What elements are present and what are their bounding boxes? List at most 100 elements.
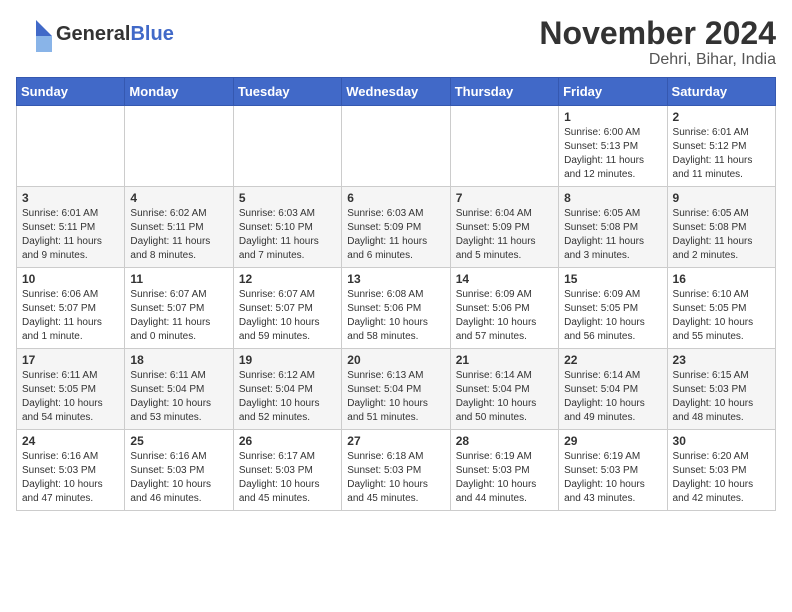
- calendar-cell: 26Sunrise: 6:17 AM Sunset: 5:03 PM Dayli…: [233, 430, 341, 511]
- day-info: Sunrise: 6:03 AM Sunset: 5:10 PM Dayligh…: [239, 207, 336, 263]
- calendar-week-row: 24 Sunrise: 6:16 AM Sunset: 5:03 PM Dayli…: [17, 430, 776, 511]
- calendar-cell: 6 Sunrise: 6:03 AM Sunset: 5:09 PM Daylig…: [342, 187, 450, 268]
- calendar-cell: 23 Sunrise: 6:15 AM Sunset: 5:03 PM Dayli…: [667, 349, 775, 430]
- day-info: Sunrise: 6:09 AM Sunset: 5:05 PM Dayligh…: [564, 288, 661, 344]
- day-info: Sunrise: 6:03 AM Sunset: 5:09 PM Dayligh…: [347, 207, 444, 263]
- calendar-cell: [342, 106, 450, 187]
- day-number: 8: [564, 191, 661, 205]
- day-number: 12: [239, 272, 336, 286]
- weekday-header: Wednesday: [342, 78, 450, 106]
- calendar-cell: 17 Sunrise: 6:11 AM Sunset: 5:05 PM Dayli…: [17, 349, 125, 430]
- day-info: Sunrise: 6:14 AM Sunset: 5:04 PM Dayligh…: [456, 369, 553, 425]
- logo: GeneralBlue: [16, 16, 174, 52]
- day-number: 30: [673, 434, 770, 448]
- day-info: Sunrise: 6:20 AM Sunset: 5:03 PM Dayligh…: [673, 450, 770, 506]
- day-number: 25: [130, 434, 227, 448]
- calendar-week-row: 3 Sunrise: 6:01 AM Sunset: 5:11 PM Daylig…: [17, 187, 776, 268]
- day-info: Sunrise: 6:00 AM Sunset: 5:13 PM Dayligh…: [564, 126, 661, 182]
- day-info: Sunrise: 6:15 AM Sunset: 5:03 PM Dayligh…: [673, 369, 770, 425]
- logo-general: General: [56, 23, 130, 45]
- calendar-cell: 4Sunrise: 6:02 AM Sunset: 5:11 PM Daylig…: [125, 187, 233, 268]
- calendar-cell: 2 Sunrise: 6:01 AM Sunset: 5:12 PM Daylig…: [667, 106, 775, 187]
- calendar-week-row: 17 Sunrise: 6:11 AM Sunset: 5:05 PM Dayli…: [17, 349, 776, 430]
- day-number: 17: [22, 353, 119, 367]
- calendar-week-row: 10 Sunrise: 6:06 AM Sunset: 5:07 PM Dayli…: [17, 268, 776, 349]
- page-header: GeneralBlue November 2024 Dehri, Bihar, …: [16, 16, 776, 69]
- calendar-cell: 13 Sunrise: 6:08 AM Sunset: 5:06 PM Dayli…: [342, 268, 450, 349]
- day-info: Sunrise: 6:09 AM Sunset: 5:06 PM Dayligh…: [456, 288, 553, 344]
- calendar-cell: 8 Sunrise: 6:05 AM Sunset: 5:08 PM Daylig…: [559, 187, 667, 268]
- day-number: 2: [673, 110, 770, 124]
- calendar-cell: 24 Sunrise: 6:16 AM Sunset: 5:03 PM Dayli…: [17, 430, 125, 511]
- day-number: 19: [239, 353, 336, 367]
- calendar-cell: 18Sunrise: 6:11 AM Sunset: 5:04 PM Dayli…: [125, 349, 233, 430]
- calendar-cell: 9 Sunrise: 6:05 AM Sunset: 5:08 PM Daylig…: [667, 187, 775, 268]
- day-info: Sunrise: 6:07 AM Sunset: 5:07 PM Dayligh…: [239, 288, 336, 344]
- calendar-cell: 5 Sunrise: 6:03 AM Sunset: 5:10 PM Daylig…: [233, 187, 341, 268]
- day-info: Sunrise: 6:11 AM Sunset: 5:05 PM Dayligh…: [22, 369, 119, 425]
- calendar-cell: 3 Sunrise: 6:01 AM Sunset: 5:11 PM Daylig…: [17, 187, 125, 268]
- day-number: 14: [456, 272, 553, 286]
- day-number: 10: [22, 272, 119, 286]
- logo-text: GeneralBlue: [56, 23, 174, 45]
- day-info: Sunrise: 6:16 AM Sunset: 5:03 PM Dayligh…: [22, 450, 119, 506]
- calendar-table: SundayMondayTuesdayWednesdayThursdayFrid…: [16, 77, 776, 511]
- calendar-header-row: SundayMondayTuesdayWednesdayThursdayFrid…: [17, 78, 776, 106]
- calendar-cell: [450, 106, 558, 187]
- day-info: Sunrise: 6:01 AM Sunset: 5:11 PM Dayligh…: [22, 207, 119, 263]
- location-subtitle: Dehri, Bihar, India: [539, 51, 776, 69]
- day-number: 9: [673, 191, 770, 205]
- weekday-header: Monday: [125, 78, 233, 106]
- day-number: 13: [347, 272, 444, 286]
- day-info: Sunrise: 6:14 AM Sunset: 5:04 PM Dayligh…: [564, 369, 661, 425]
- day-number: 27: [347, 434, 444, 448]
- logo-icon: [16, 16, 52, 52]
- day-number: 16: [673, 272, 770, 286]
- day-info: Sunrise: 6:08 AM Sunset: 5:06 PM Dayligh…: [347, 288, 444, 344]
- calendar-cell: 16 Sunrise: 6:10 AM Sunset: 5:05 PM Dayli…: [667, 268, 775, 349]
- month-year-title: November 2024: [539, 16, 776, 51]
- day-info: Sunrise: 6:06 AM Sunset: 5:07 PM Dayligh…: [22, 288, 119, 344]
- day-info: Sunrise: 6:04 AM Sunset: 5:09 PM Dayligh…: [456, 207, 553, 263]
- day-number: 21: [456, 353, 553, 367]
- day-number: 29: [564, 434, 661, 448]
- calendar-cell: 12 Sunrise: 6:07 AM Sunset: 5:07 PM Dayli…: [233, 268, 341, 349]
- day-info: Sunrise: 6:16 AM Sunset: 5:03 PM Dayligh…: [130, 450, 227, 506]
- weekday-header: Sunday: [17, 78, 125, 106]
- day-info: Sunrise: 6:19 AM Sunset: 5:03 PM Dayligh…: [456, 450, 553, 506]
- day-info: Sunrise: 6:01 AM Sunset: 5:12 PM Dayligh…: [673, 126, 770, 182]
- day-info: Sunrise: 6:17 AM Sunset: 5:03 PM Dayligh…: [239, 450, 336, 506]
- logo-blue: Blue: [130, 23, 173, 45]
- weekday-header: Friday: [559, 78, 667, 106]
- day-info: Sunrise: 6:13 AM Sunset: 5:04 PM Dayligh…: [347, 369, 444, 425]
- calendar-cell: 15 Sunrise: 6:09 AM Sunset: 5:05 PM Dayli…: [559, 268, 667, 349]
- calendar-cell: [17, 106, 125, 187]
- calendar-cell: 7Sunrise: 6:04 AM Sunset: 5:09 PM Daylig…: [450, 187, 558, 268]
- day-number: 6: [347, 191, 444, 205]
- weekday-header: Saturday: [667, 78, 775, 106]
- day-info: Sunrise: 6:19 AM Sunset: 5:03 PM Dayligh…: [564, 450, 661, 506]
- weekday-header: Tuesday: [233, 78, 341, 106]
- day-number: 18: [130, 353, 227, 367]
- calendar-cell: 20 Sunrise: 6:13 AM Sunset: 5:04 PM Dayli…: [342, 349, 450, 430]
- day-info: Sunrise: 6:05 AM Sunset: 5:08 PM Dayligh…: [564, 207, 661, 263]
- day-number: 24: [22, 434, 119, 448]
- day-number: 28: [456, 434, 553, 448]
- calendar-cell: 21 Sunrise: 6:14 AM Sunset: 5:04 PM Dayli…: [450, 349, 558, 430]
- day-info: Sunrise: 6:18 AM Sunset: 5:03 PM Dayligh…: [347, 450, 444, 506]
- calendar-week-row: 1Sunrise: 6:00 AM Sunset: 5:13 PM Daylig…: [17, 106, 776, 187]
- day-number: 5: [239, 191, 336, 205]
- day-number: 3: [22, 191, 119, 205]
- calendar-cell: 28 Sunrise: 6:19 AM Sunset: 5:03 PM Dayli…: [450, 430, 558, 511]
- calendar-cell: 14 Sunrise: 6:09 AM Sunset: 5:06 PM Dayli…: [450, 268, 558, 349]
- calendar-cell: [125, 106, 233, 187]
- calendar-cell: 11Sunrise: 6:07 AM Sunset: 5:07 PM Dayli…: [125, 268, 233, 349]
- day-info: Sunrise: 6:10 AM Sunset: 5:05 PM Dayligh…: [673, 288, 770, 344]
- day-info: Sunrise: 6:02 AM Sunset: 5:11 PM Dayligh…: [130, 207, 227, 263]
- day-number: 15: [564, 272, 661, 286]
- calendar-cell: 10 Sunrise: 6:06 AM Sunset: 5:07 PM Dayli…: [17, 268, 125, 349]
- day-info: Sunrise: 6:05 AM Sunset: 5:08 PM Dayligh…: [673, 207, 770, 263]
- day-number: 23: [673, 353, 770, 367]
- calendar-cell: 27 Sunrise: 6:18 AM Sunset: 5:03 PM Dayli…: [342, 430, 450, 511]
- day-number: 20: [347, 353, 444, 367]
